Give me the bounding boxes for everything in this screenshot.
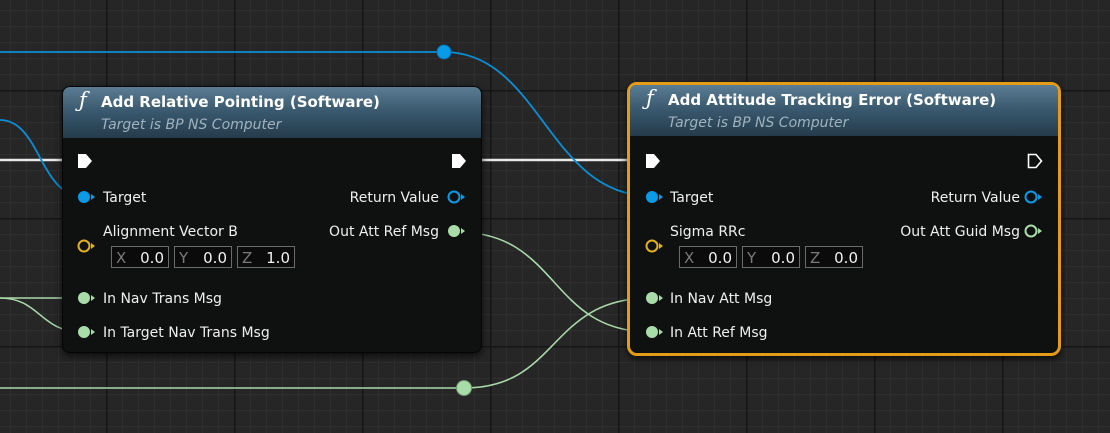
vector-x-value: 0.0 xyxy=(708,249,732,267)
reroute-knot-icon[interactable] xyxy=(456,380,472,396)
node-add-relative-pointing[interactable]: ƒ Add Relative Pointing (Software) Targe… xyxy=(62,86,482,353)
pin-label-out-att-guid-msg: Out Att Guid Msg xyxy=(900,224,1020,240)
node-header[interactable]: ƒ Add Relative Pointing (Software) Targe… xyxy=(63,87,481,138)
reroute-knot-icon[interactable] xyxy=(436,44,452,60)
vector-z-field[interactable]: Z 1.0 xyxy=(237,246,295,268)
vector-y-value: 0.0 xyxy=(203,249,227,267)
vector-x-field[interactable]: X 0.0 xyxy=(111,246,169,268)
node-subtitle: Target is BP NS Computer xyxy=(668,115,849,131)
in-nav-trans-msg-pin-icon[interactable] xyxy=(76,290,96,306)
target-pin-icon[interactable] xyxy=(644,189,664,205)
node-subtitle: Target is BP NS Computer xyxy=(101,117,282,133)
pin-label-out-att-ref-msg: Out Att Ref Msg xyxy=(329,224,439,240)
pin-label-in-att-ref-msg: In Att Ref Msg xyxy=(670,325,768,341)
att-ref-wire xyxy=(456,231,652,333)
axis-y-label: Y xyxy=(747,249,757,267)
return-value-pin-icon[interactable] xyxy=(1023,189,1043,205)
in-att-ref-msg-pin-icon[interactable] xyxy=(644,324,664,340)
pin-label-in-nav-trans-msg: In Nav Trans Msg xyxy=(103,291,222,307)
vector-y-field[interactable]: Y 0.0 xyxy=(742,246,800,268)
function-f-icon: ƒ xyxy=(79,88,87,112)
axis-z-label: Z xyxy=(810,249,821,267)
vector-x-value: 0.0 xyxy=(140,249,164,267)
pin-label-in-target-nav-trans-msg: In Target Nav Trans Msg xyxy=(103,325,270,341)
vector-z-value: 0.0 xyxy=(834,249,858,267)
axis-z-label: Z xyxy=(242,249,253,267)
axis-x-label: X xyxy=(684,249,695,267)
in-target-nav-trans-msg-pin-icon[interactable] xyxy=(76,324,96,340)
exec-out-pin-icon[interactable] xyxy=(1026,152,1044,170)
exec-in-pin-icon[interactable] xyxy=(76,152,94,170)
pin-label-return-value: Return Value xyxy=(930,190,1020,206)
node-add-attitude-tracking-error[interactable]: ƒ Add Attitude Tracking Error (Software)… xyxy=(627,82,1061,356)
target-pin-icon[interactable] xyxy=(76,189,96,205)
pin-label-in-nav-att-msg: In Nav Att Msg xyxy=(670,291,773,307)
node-title: Add Relative Pointing (Software) xyxy=(101,93,380,111)
pin-label-target: Target xyxy=(103,190,147,206)
vector-y-value: 0.0 xyxy=(771,249,795,267)
sigma-rrc-pin-icon[interactable] xyxy=(644,238,664,254)
pin-label-sigma-rrc: Sigma RRc xyxy=(670,224,746,240)
out-att-guid-msg-pin-icon[interactable] xyxy=(1023,223,1043,239)
pin-label-return-value: Return Value xyxy=(349,190,439,206)
axis-x-label: X xyxy=(116,249,127,267)
node-header[interactable]: ƒ Add Attitude Tracking Error (Software)… xyxy=(630,85,1058,136)
vector-x-field[interactable]: X 0.0 xyxy=(679,246,737,268)
in-nav-att-msg-pin-icon[interactable] xyxy=(644,290,664,306)
exec-out-pin-icon[interactable] xyxy=(450,152,468,170)
pin-label-target: Target xyxy=(670,190,714,206)
alignment-vector-pin-icon[interactable] xyxy=(76,238,96,254)
vector-z-field[interactable]: Z 0.0 xyxy=(805,246,863,268)
axis-y-label: Y xyxy=(179,249,189,267)
node-title: Add Attitude Tracking Error (Software) xyxy=(668,91,997,109)
exec-in-pin-icon[interactable] xyxy=(644,152,662,170)
nav-att-wire-upper xyxy=(463,297,652,389)
vector-y-field[interactable]: Y 0.0 xyxy=(174,246,232,268)
return-value-pin-icon[interactable] xyxy=(446,189,466,205)
function-f-icon: ƒ xyxy=(646,86,654,110)
vector-z-value: 1.0 xyxy=(266,249,290,267)
out-att-ref-msg-pin-icon[interactable] xyxy=(446,223,466,239)
pin-label-alignment-vector-b: Alignment Vector B xyxy=(103,224,238,240)
